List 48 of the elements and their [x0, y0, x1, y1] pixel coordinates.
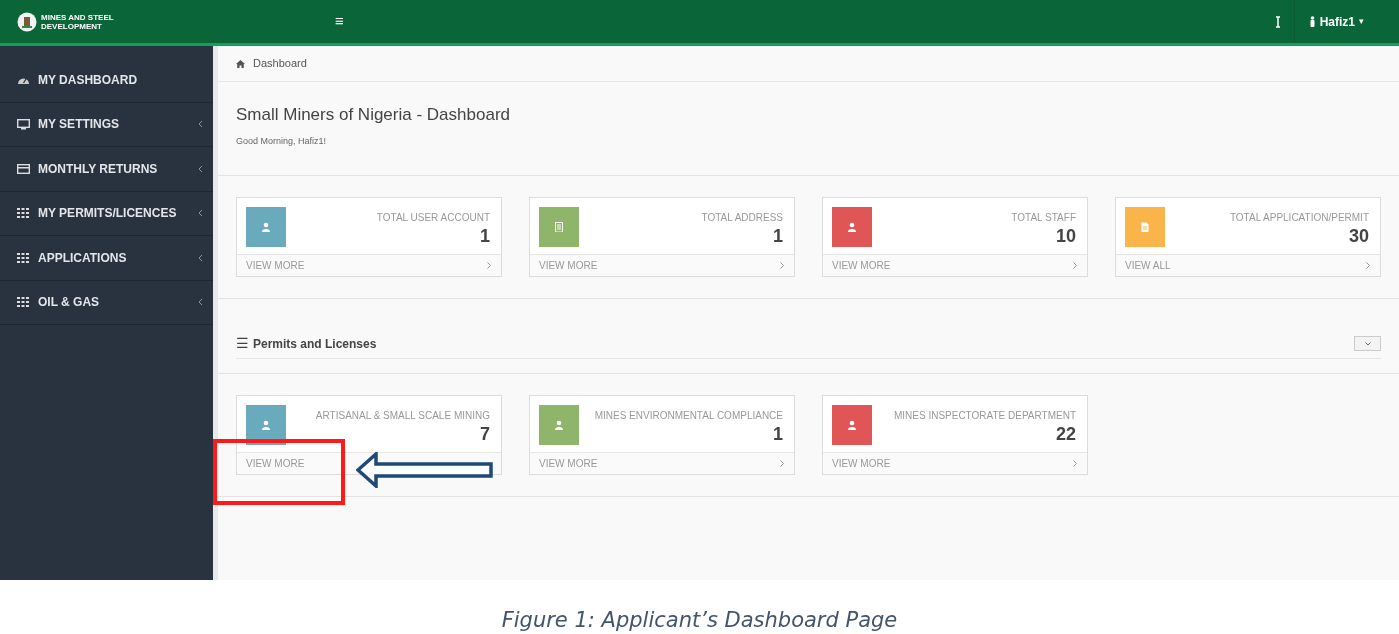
user-icon [1308, 16, 1316, 27]
stat-label: TOTAL USER ACCOUNT [376, 211, 490, 225]
stat-value: 10 [1055, 225, 1076, 247]
stat-label: TOTAL APPLICATION/PERMIT [1229, 211, 1369, 225]
list-icon: ☰ [236, 333, 249, 354]
chevron-right-icon [487, 262, 491, 269]
person-icon [847, 222, 857, 232]
building-icon [554, 222, 564, 232]
monitor-icon [17, 118, 30, 130]
person-icon [261, 420, 271, 430]
user-name: Hafiz1 [1319, 13, 1355, 31]
stat-label: TOTAL ADDRESS [701, 211, 783, 225]
person-icon [847, 420, 857, 430]
card-icon [17, 163, 30, 174]
chevron-right-icon [1366, 262, 1370, 269]
chevron-right-icon [780, 262, 784, 269]
person-icon [261, 222, 271, 232]
page-title: Small Miners of Nigeria - Dashboard [236, 104, 511, 126]
user-menu[interactable]: Hafiz1 ▾ [1293, 0, 1399, 43]
chevron-down-icon [1364, 341, 1371, 346]
stat-label: ARTISANAL & SMALL SCALE MINING [315, 409, 490, 423]
logo-text: DEVELOPMENT [41, 21, 103, 31]
stat-label: MINES ENVIRONMENTAL COMPLIANCE [594, 409, 783, 423]
stat-label: TOTAL STAFF [1011, 211, 1076, 225]
stat-value: 1 [773, 225, 783, 247]
chevron-right-icon [1073, 262, 1077, 269]
document-icon [1140, 222, 1150, 232]
grid-icon [17, 208, 29, 219]
grid-icon [17, 297, 29, 308]
chevron-right-icon [1073, 460, 1077, 467]
breadcrumb-link[interactable]: Dashboard [253, 55, 307, 72]
greeting-text: Good Morning, Hafiz1! [236, 134, 328, 148]
home-icon[interactable] [236, 59, 245, 68]
stat-value: 22 [1055, 423, 1076, 445]
person-icon [554, 420, 564, 430]
caret-icon: ▾ [1359, 14, 1364, 29]
stat-value: 1 [773, 423, 783, 445]
section-title: Permits and Licenses [253, 335, 377, 353]
menu-icon[interactable]: ≡ [335, 10, 344, 33]
stat-label: MINES INSPECTORATE DEPARTMENT [893, 409, 1076, 423]
stat-value: 1 [480, 225, 490, 247]
resize-icon[interactable] [1274, 15, 1281, 28]
stat-value: 7 [480, 423, 490, 445]
logo-text: MINES AND STEEL [41, 12, 114, 22]
chevron-right-icon [780, 460, 784, 467]
stat-value: 30 [1348, 225, 1369, 247]
figure-caption: Figure 1: Applicant’s Dashboard Page [501, 607, 898, 634]
grid-icon [17, 252, 29, 263]
